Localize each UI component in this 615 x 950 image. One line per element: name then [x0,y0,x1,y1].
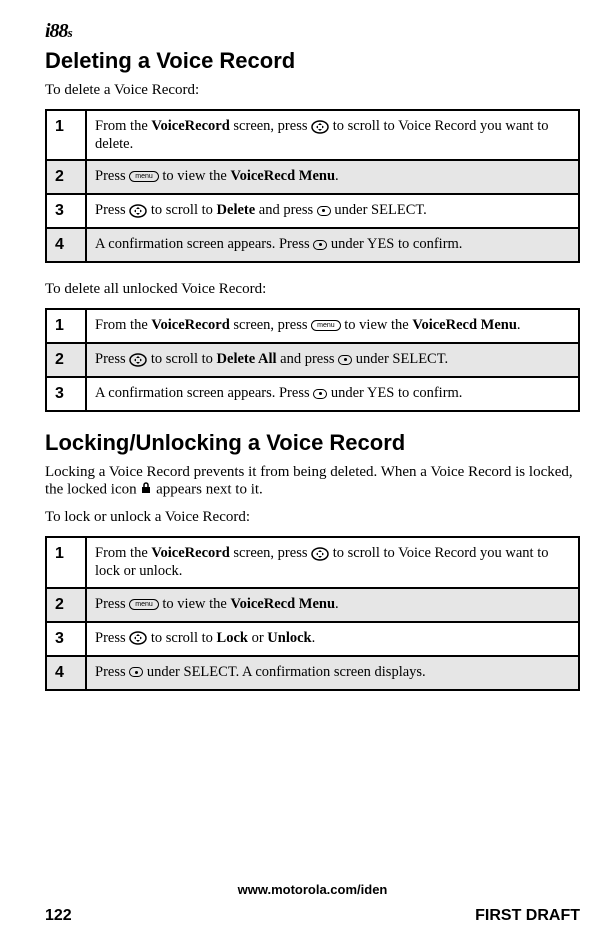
nav-icon [311,547,329,561]
logo-sub: s [68,25,72,40]
select-icon [313,389,327,399]
table-row: 4 A confirmation screen appears. Press u… [46,228,579,262]
step-num: 3 [46,377,86,411]
table-row: 2 Press to scroll to Delete All and pres… [46,343,579,377]
step-text: Press to scroll to Delete and press unde… [86,194,579,228]
step-num: 3 [46,194,86,228]
heading-lock: Locking/Unlocking a Voice Record [45,430,580,456]
select-icon [317,206,331,216]
step-num: 3 [46,622,86,656]
table-row: 3 Press to scroll to Lock or Unlock. [46,622,579,656]
step-text: From the VoiceRecord screen, press menu … [86,309,579,343]
steps-delete-single: 1 From the VoiceRecord screen, press to … [45,109,580,263]
heading-delete: Deleting a Voice Record [45,48,580,74]
select-icon [313,240,327,250]
nav-icon [311,120,329,134]
device-logo: i88s [45,20,580,43]
step-text: Press to scroll to Lock or Unlock. [86,622,579,656]
page-footer: www.motorola.com/iden 122 FIRST DRAFT [45,882,580,925]
steps-delete-all: 1 From the VoiceRecord screen, press men… [45,308,580,412]
nav-icon [129,353,147,367]
intro-delete-single: To delete a Voice Record: [45,82,580,99]
table-row: 1 From the VoiceRecord screen, press to … [46,110,579,160]
lock-description: Locking a Voice Record prevents it from … [45,464,580,499]
table-row: 3 Press to scroll to Delete and press un… [46,194,579,228]
intro-lock: To lock or unlock a Voice Record: [45,509,580,526]
menu-icon: menu [129,171,159,182]
step-num: 1 [46,309,86,343]
lock-icon [140,481,152,499]
nav-icon [129,204,147,218]
step-num: 4 [46,228,86,262]
step-text: From the VoiceRecord screen, press to sc… [86,537,579,587]
step-num: 1 [46,537,86,587]
step-text: From the VoiceRecord screen, press to sc… [86,110,579,160]
footer-url: www.motorola.com/iden [45,882,580,897]
step-text: Press menu to view the VoiceRecd Menu. [86,588,579,622]
select-icon [338,355,352,365]
step-text: A confirmation screen appears. Press und… [86,228,579,262]
step-num: 2 [46,343,86,377]
table-row: 3 A confirmation screen appears. Press u… [46,377,579,411]
menu-icon: menu [129,599,159,610]
steps-lock: 1 From the VoiceRecord screen, press to … [45,536,580,690]
logo-main: i88 [45,20,68,42]
nav-icon [129,631,147,645]
draft-label: FIRST DRAFT [475,907,580,925]
table-row: 1 From the VoiceRecord screen, press to … [46,537,579,587]
table-row: 4 Press under SELECT. A confirmation scr… [46,656,579,690]
step-num: 2 [46,588,86,622]
menu-icon: menu [311,320,341,331]
table-row: 2 Press menu to view the VoiceRecd Menu. [46,588,579,622]
step-num: 2 [46,160,86,194]
step-text: Press menu to view the VoiceRecd Menu. [86,160,579,194]
page-number: 122 [45,907,72,925]
select-icon [129,667,143,677]
step-num: 1 [46,110,86,160]
step-text: A confirmation screen appears. Press und… [86,377,579,411]
table-row: 2 Press menu to view the VoiceRecd Menu. [46,160,579,194]
intro-delete-all: To delete all unlocked Voice Record: [45,281,580,298]
step-text: Press under SELECT. A confirmation scree… [86,656,579,690]
step-text: Press to scroll to Delete All and press … [86,343,579,377]
table-row: 1 From the VoiceRecord screen, press men… [46,309,579,343]
step-num: 4 [46,656,86,690]
